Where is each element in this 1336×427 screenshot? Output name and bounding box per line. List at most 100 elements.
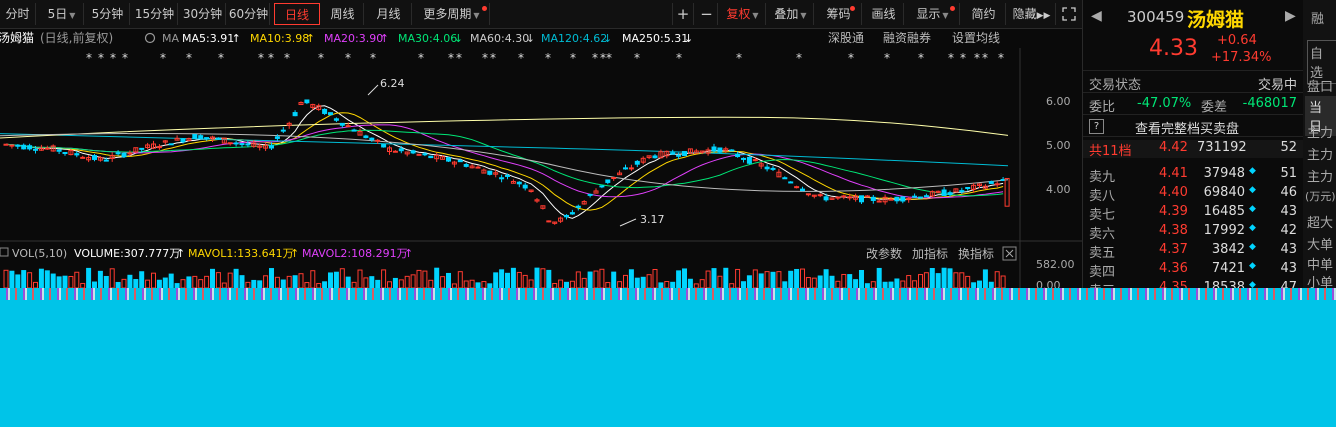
plus-icon[interactable]: + xyxy=(672,3,694,25)
news-marker-icon[interactable]: * xyxy=(456,51,462,65)
news-marker-icon[interactable]: * xyxy=(570,51,576,65)
volume-bar xyxy=(233,268,239,288)
news-marker-icon[interactable]: * xyxy=(974,51,980,65)
tab-5day[interactable]: 5日 ▼ xyxy=(40,3,84,25)
tab-daily[interactable]: 日线 xyxy=(274,3,320,25)
news-marker-icon[interactable]: * xyxy=(736,51,742,65)
news-marker-icon[interactable]: * xyxy=(160,51,166,65)
news-marker-icon[interactable]: * xyxy=(676,51,682,65)
news-marker-icon[interactable]: * xyxy=(634,51,640,65)
draw-line-button[interactable]: 画线 xyxy=(864,3,904,25)
news-marker-icon[interactable]: * xyxy=(318,51,324,65)
news-marker-icon[interactable]: * xyxy=(418,51,424,65)
news-marker-icon[interactable]: * xyxy=(918,51,924,65)
news-marker-icon[interactable]: * xyxy=(284,51,290,65)
news-marker-icon[interactable]: * xyxy=(606,51,612,65)
volume-toggle-icon[interactable] xyxy=(0,247,9,257)
news-marker-icon[interactable]: * xyxy=(110,51,116,65)
candle-body xyxy=(3,143,9,146)
news-marker-icon[interactable]: * xyxy=(884,51,890,65)
chouma-button[interactable]: 筹码 xyxy=(816,3,862,25)
full-book-link[interactable]: 查看完整档买卖盘 xyxy=(1135,118,1239,137)
volume-bar xyxy=(912,280,918,288)
tab-weekly[interactable]: 周线 xyxy=(322,3,364,25)
news-marker-icon[interactable]: * xyxy=(545,51,551,65)
ask-row[interactable]: 卖八 4.40 69840 ◆ 46 xyxy=(1083,185,1303,204)
link-margin-trading[interactable]: 融资融券 xyxy=(883,30,931,45)
kline-svg[interactable]: 汤姆猫 (日线,前复权) MA MA5:3.91↑ MA10:3.98↑ MA20:… xyxy=(0,28,1082,288)
candle-body xyxy=(676,154,682,157)
next-stock-icon[interactable]: ▶ xyxy=(1285,8,1296,24)
news-marker-icon[interactable]: * xyxy=(186,51,192,65)
tab-30min[interactable]: 30分钟 xyxy=(180,3,226,25)
ask-row[interactable]: 卖六 4.38 17992 ◆ 42 xyxy=(1083,223,1303,242)
link-ma-settings[interactable]: 设置均线 xyxy=(952,31,1000,45)
candle-body xyxy=(628,167,634,170)
double-chevron-right-icon: ▶▶ xyxy=(1036,11,1051,21)
ask-row[interactable]: 卖七 4.39 16485 ◆ 43 xyxy=(1083,204,1303,223)
news-marker-icon[interactable]: * xyxy=(122,51,128,65)
hide-button[interactable]: 隐藏▶▶ xyxy=(1008,3,1056,25)
tab-more-periods[interactable]: 更多周期 ▼ xyxy=(414,3,490,25)
link-shengutong[interactable]: 深股通 xyxy=(828,31,864,45)
news-marker-icon[interactable]: * xyxy=(960,51,966,65)
news-marker-icon[interactable]: * xyxy=(848,51,854,65)
tab-60min[interactable]: 60分钟 xyxy=(228,3,270,25)
vol-axis-bottom: 0.00 xyxy=(1036,279,1061,288)
tab-15min[interactable]: 15分钟 xyxy=(132,3,178,25)
strip-pankou[interactable]: 盘口 xyxy=(1307,76,1333,95)
fuquan-dropdown[interactable]: 复权 ▼ xyxy=(720,3,766,25)
news-marker-icon[interactable]: * xyxy=(482,51,488,65)
news-marker-icon[interactable]: * xyxy=(998,51,1004,65)
help-icon[interactable]: ? xyxy=(1089,119,1104,134)
full-book-row[interactable]: ? 查看完整档买卖盘 xyxy=(1083,118,1303,137)
news-marker-icon[interactable]: * xyxy=(258,51,264,65)
news-marker-icon[interactable]: * xyxy=(370,51,376,65)
candle-body xyxy=(823,196,829,201)
news-marker-icon[interactable]: * xyxy=(268,51,274,65)
expand-icon[interactable] xyxy=(1058,3,1080,25)
minus-icon[interactable]: − xyxy=(696,3,718,25)
volume-bar xyxy=(139,271,145,288)
ask-count: 43 xyxy=(1280,242,1297,257)
kline-chart[interactable]: 汤姆猫 (日线,前复权) MA MA5:3.91 ↑ MA10:3.98 ↑ MA20:… xyxy=(0,28,1082,288)
gear-icon[interactable] xyxy=(144,32,156,44)
volume-bar xyxy=(982,269,988,288)
ask-row[interactable]: 卖五 4.37 3842 ◆ 43 xyxy=(1083,242,1303,261)
news-marker-icon[interactable]: * xyxy=(518,51,524,65)
news-marker-icon[interactable]: * xyxy=(345,51,351,65)
tab-fenshi[interactable]: 分时 xyxy=(0,3,36,25)
ask-label: 卖四 xyxy=(1089,265,1116,280)
add-indicator-button[interactable]: 加指标 xyxy=(912,246,948,261)
ask-row[interactable]: 卖九 4.41 37948 ◆ 51 xyxy=(1083,166,1303,185)
candle-body xyxy=(575,205,581,208)
news-markers[interactable]: * * * * * * * * * * * * * * * * * * * * * * * * * * * * * * * * * * * * xyxy=(86,51,1004,65)
overlay-dropdown[interactable]: 叠加 ▼ xyxy=(768,3,814,25)
change-params-button[interactable]: 改参数 xyxy=(866,246,902,261)
close-icon[interactable] xyxy=(1005,249,1014,258)
strip-rong[interactable]: 融 xyxy=(1311,8,1324,27)
switch-indicator-button[interactable]: 换指标 xyxy=(958,246,994,261)
news-marker-icon[interactable]: * xyxy=(448,51,454,65)
news-marker-icon[interactable]: * xyxy=(796,51,802,65)
candle-body xyxy=(746,156,752,164)
news-marker-icon[interactable]: * xyxy=(982,51,988,65)
tab-monthly[interactable]: 月线 xyxy=(366,3,412,25)
candle-body xyxy=(446,157,451,162)
news-marker-icon[interactable]: * xyxy=(98,51,104,65)
tab-5min[interactable]: 5分钟 xyxy=(86,3,130,25)
prev-stock-icon[interactable]: ◀ xyxy=(1091,8,1102,24)
news-marker-icon[interactable]: * xyxy=(490,51,496,65)
news-marker-icon[interactable]: * xyxy=(948,51,954,65)
volume-bar xyxy=(434,267,440,288)
ask-row[interactable]: 卖四 4.36 7421 ◆ 43 xyxy=(1083,261,1303,280)
news-marker-icon[interactable]: * xyxy=(592,51,598,65)
candle-body xyxy=(959,190,965,193)
ma60-line xyxy=(0,133,1009,192)
ma-legend-arrow: ↓ xyxy=(603,32,612,45)
simple-mode-button[interactable]: 简约 xyxy=(962,3,1006,25)
weibi-value: -47.07% xyxy=(1137,96,1192,111)
news-marker-icon[interactable]: * xyxy=(218,51,224,65)
news-marker-icon[interactable]: * xyxy=(86,51,92,65)
volume-bar xyxy=(575,271,581,288)
